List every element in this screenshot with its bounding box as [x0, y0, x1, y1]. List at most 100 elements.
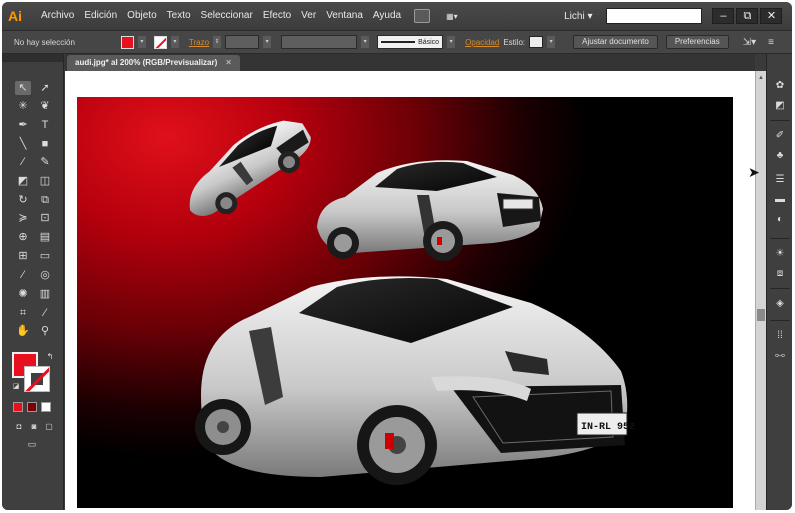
tools-panel-header[interactable]: [2, 54, 63, 62]
arrange-icon[interactable]: ⇲▾: [743, 37, 756, 48]
close-tab-icon[interactable]: ✕: [225, 58, 232, 67]
layers-icon[interactable]: ◈: [773, 298, 787, 310]
blob-brush-tool-icon[interactable]: ◩: [15, 174, 31, 188]
none-mode-icon[interactable]: [41, 402, 51, 412]
symbols-icon[interactable]: ♣: [773, 150, 787, 162]
lasso-tool-icon[interactable]: ❦: [37, 99, 53, 113]
magic-wand-tool-icon[interactable]: ✳: [15, 99, 31, 113]
default-colors-icon[interactable]: ◪: [8, 380, 24, 394]
right-panel-dock: ✿ ◩ ✐ ♣ ☰ ▬ ◐ ☀ ⧈ ◈ ⁞⁞ ⧟: [766, 54, 792, 510]
draw-normal-icon[interactable]: ◘: [11, 420, 27, 434]
vertical-scrollbar[interactable]: ▲: [755, 71, 766, 510]
menu-ver[interactable]: Ver: [296, 2, 321, 30]
menu-archivo[interactable]: Archivo: [36, 2, 79, 30]
stroke-dropdown[interactable]: ▾: [170, 36, 179, 48]
screen-mode-icon[interactable]: ▭: [24, 437, 40, 451]
type-tool-icon[interactable]: T: [37, 118, 53, 132]
panel-divider: [770, 320, 790, 321]
stroke-swatch[interactable]: [153, 35, 167, 49]
preferences-button[interactable]: Preferencias: [665, 35, 729, 49]
opacity-link[interactable]: Opacidad: [465, 38, 499, 47]
search-input[interactable]: [606, 8, 703, 24]
brush-dropdown[interactable]: ▾: [447, 36, 456, 48]
document-tab-bar: audi.jpg* al 200% (RGB/Previsualizar) ✕: [65, 54, 755, 71]
artboard-tool-icon[interactable]: ⌗: [15, 306, 31, 320]
fill-dropdown[interactable]: ▾: [137, 36, 146, 48]
minimize-button[interactable]: –: [712, 8, 735, 24]
menu-objeto[interactable]: Objeto: [122, 2, 161, 30]
draw-behind-icon[interactable]: ◙: [26, 420, 42, 434]
stroke-color-box[interactable]: [24, 366, 50, 392]
selection-tool-icon[interactable]: ↖: [15, 81, 31, 95]
draw-inside-icon[interactable]: ▢: [41, 420, 57, 434]
mesh-tool-icon[interactable]: ⊞: [15, 249, 31, 263]
stroke-link[interactable]: Trazo: [189, 38, 209, 47]
menu-ayuda[interactable]: Ayuda: [368, 2, 406, 30]
menu-efecto[interactable]: Efecto: [258, 2, 296, 30]
artboards-icon[interactable]: ⁞⁞: [773, 330, 787, 342]
stroke-weight-field[interactable]: [225, 35, 260, 49]
direct-selection-tool-icon[interactable]: ➚: [37, 81, 53, 95]
workspace-switcher[interactable]: Lichi ▾: [564, 11, 592, 22]
variable-width-field[interactable]: [281, 35, 358, 49]
stroke-weight-stepper[interactable]: ⇕: [213, 36, 222, 48]
graphic-style-dropdown[interactable]: ▾: [547, 36, 556, 48]
shape-builder-tool-icon[interactable]: ⊕: [15, 230, 31, 244]
color-mode-icon[interactable]: [13, 402, 23, 412]
scroll-up-icon[interactable]: ▲: [756, 73, 766, 83]
perspective-grid-tool-icon[interactable]: ▤: [37, 230, 53, 244]
scale-tool-icon[interactable]: ⧉: [37, 193, 53, 207]
pen-tool-icon[interactable]: ✒: [15, 118, 31, 132]
bridge-icon[interactable]: [414, 9, 431, 23]
stroke-icon[interactable]: ☰: [773, 174, 787, 186]
brush-definition[interactable]: Básico: [377, 35, 444, 49]
transparency-icon[interactable]: ◐: [773, 214, 787, 226]
variable-width-dropdown[interactable]: ▾: [361, 36, 370, 48]
artboard[interactable]: IN-RL 952: [77, 97, 733, 508]
fill-swatch[interactable]: [120, 35, 134, 49]
color-guide-icon[interactable]: ✿: [773, 80, 787, 92]
gradient-tool-icon[interactable]: ▭: [37, 249, 53, 263]
eyedropper-tool-icon[interactable]: ⁄: [15, 268, 31, 282]
swap-colors-icon[interactable]: ↰: [42, 350, 58, 364]
blend-tool-icon[interactable]: ◎: [37, 268, 53, 282]
hand-tool-icon[interactable]: ✋: [15, 324, 31, 338]
appearance-icon[interactable]: ☀: [773, 248, 787, 260]
gradient-icon[interactable]: ▬: [773, 194, 787, 206]
swatches-icon[interactable]: ◩: [773, 100, 787, 112]
slice-tool-icon[interactable]: ⁄: [37, 306, 53, 320]
panel-menu-icon[interactable]: ≡: [768, 37, 774, 48]
zoom-tool-icon[interactable]: ⚲: [37, 324, 53, 338]
rectangle-tool-icon[interactable]: ■: [37, 137, 53, 151]
stroke-weight-dropdown[interactable]: ▾: [263, 36, 272, 48]
free-transform-tool-icon[interactable]: ⊡: [37, 211, 53, 225]
menu-texto[interactable]: Texto: [162, 2, 196, 30]
links-icon[interactable]: ⧟: [773, 350, 787, 362]
graphic-styles-icon[interactable]: ⧈: [773, 268, 787, 280]
car-small: [189, 120, 311, 216]
symbol-sprayer-tool-icon[interactable]: ✺: [15, 287, 31, 301]
column-graph-tool-icon[interactable]: ▥: [37, 287, 53, 301]
eraser-tool-icon[interactable]: ◫: [37, 174, 53, 188]
line-tool-icon[interactable]: ╲: [15, 137, 31, 151]
menu-ventana[interactable]: Ventana: [321, 2, 368, 30]
pencil-tool-icon[interactable]: ✎: [37, 155, 53, 169]
menu-edicion[interactable]: Edición: [79, 2, 122, 30]
selection-status: No hay selección: [14, 37, 75, 47]
arrange-documents-icon[interactable]: ▦▾: [446, 9, 468, 23]
document-tab[interactable]: audi.jpg* al 200% (RGB/Previsualizar) ✕: [67, 55, 240, 71]
close-button[interactable]: ✕: [760, 8, 783, 24]
license-plate: IN-RL 952: [581, 422, 635, 433]
paintbrush-tool-icon[interactable]: ∕: [15, 155, 31, 169]
brushes-icon[interactable]: ✐: [773, 130, 787, 142]
restore-button[interactable]: ⧉: [736, 8, 759, 24]
rotate-tool-icon[interactable]: ↻: [15, 193, 31, 207]
menu-seleccionar[interactable]: Seleccionar: [196, 2, 258, 30]
gradient-mode-icon[interactable]: [27, 402, 37, 412]
scroll-thumb[interactable]: [757, 309, 765, 321]
car-medium: [317, 160, 543, 261]
graphic-style-swatch[interactable]: [529, 36, 544, 48]
width-tool-icon[interactable]: ≽: [15, 211, 31, 225]
align-document-button[interactable]: Ajustar documento: [573, 35, 658, 49]
mouse-cursor-icon: ➤: [748, 164, 760, 180]
